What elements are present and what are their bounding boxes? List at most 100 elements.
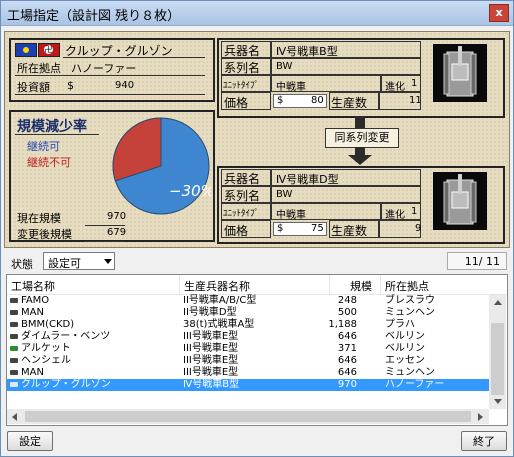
tank-icon (10, 310, 18, 315)
cell-factory: ダイムラー・ベンツ (21, 331, 111, 342)
table-row[interactable]: ダイムラー・ベンツ III号戦車E型 646 ベルリン (7, 331, 489, 343)
vertical-scrollbar[interactable] (489, 295, 506, 409)
cell-location: ブレスラウ (385, 295, 435, 306)
header-location[interactable]: 所在拠点 (385, 278, 429, 294)
header-scale[interactable]: 規模 (350, 278, 372, 294)
cell-location: ミュンヘン (385, 367, 435, 378)
continue-ok-label: 継続可 (27, 140, 60, 153)
weapon-top-series-label: 系列名 (224, 61, 261, 75)
settings-button[interactable]: 設定 (7, 431, 53, 451)
location-value: ハノーファー (71, 62, 137, 75)
cell-weapon: 38(t)式戦車A型 (183, 319, 255, 330)
scroll-left-icon[interactable] (12, 413, 17, 421)
swastika-flag-icon: 卍 (38, 43, 60, 57)
cell-scale: 248 (337, 295, 357, 306)
factory-assignment-window: 工場指定（設計図 残り８枚） x 卍 クルップ・グルゾン 所在拠点 ハノーファー… (0, 0, 514, 457)
arrow-down-icon (348, 155, 372, 165)
header-factory[interactable]: 工場名称 (11, 278, 55, 294)
weapon-top-evo: 1 (411, 78, 418, 89)
tank-icon (10, 334, 18, 339)
tank-image-top (433, 44, 487, 102)
cell-scale: 646 (337, 367, 357, 378)
table-row[interactable]: MAN II号戦車D型 500 ミュンヘン (7, 307, 489, 319)
title-bar: 工場指定（設計図 残り８枚） x (1, 1, 513, 26)
cell-factory: MAN (21, 367, 44, 378)
table-row[interactable]: アルケット III号戦車E型 371 ベルリン (7, 343, 489, 355)
weapon-top-production-label: 生産数 (331, 96, 368, 110)
weapon-bottom-unit: 中戦車 (276, 210, 306, 221)
chevron-down-icon[interactable] (104, 259, 112, 264)
continue-ng-label: 継続不可 (27, 156, 71, 169)
cell-factory: アルケット (21, 343, 71, 354)
investment-currency: $ (67, 79, 74, 92)
weapon-top-production: 11 (409, 95, 422, 106)
table-row[interactable]: BMM(CKD) 38(t)式戦車A型 1,188 プラハ (7, 319, 489, 331)
cell-weapon: Ⅳ号戦車B型 (183, 379, 240, 390)
scroll-down-icon[interactable] (494, 399, 502, 404)
page-indicator-text: 11/ 11 (464, 255, 500, 268)
weapon-bottom-name: Ⅳ号戦車D型 (276, 173, 339, 186)
current-scale-value: 970 (107, 211, 127, 222)
investment-value: 940 (115, 80, 135, 91)
table-row[interactable]: FAMO II号戦車A/B/C型 248 ブレスラウ (7, 295, 489, 307)
weapon-bottom-evo: 1 (411, 206, 418, 217)
cell-weapon: III号戦車E型 (183, 367, 239, 378)
scroll-thumb[interactable] (491, 323, 504, 395)
reduction-pie-chart: −30% (112, 117, 211, 215)
tank-icon (10, 358, 18, 363)
investment-label: 投資額 (17, 81, 50, 94)
table-row[interactable]: クルップ・グルゾン Ⅳ号戦車B型 970 ハノーファー (7, 379, 489, 391)
cell-factory: MAN (21, 307, 44, 318)
weapon-top-series: BW (276, 61, 293, 72)
cell-scale: 646 (337, 331, 357, 342)
tank-icon (10, 298, 18, 303)
flag-icon (15, 43, 37, 57)
weapon-bottom-price-label: 価格 (224, 224, 249, 238)
window-title: 工場指定（設計図 残り８枚） (7, 9, 181, 24)
location-label: 所在拠点 (17, 62, 61, 75)
horizontal-scrollbar[interactable] (7, 409, 489, 424)
scroll-up-icon[interactable] (494, 300, 502, 305)
weapon-bottom-price-currency: $ (277, 223, 284, 234)
weapon-bottom-production-label: 生産数 (331, 224, 368, 238)
cell-location: エッセン (385, 355, 425, 366)
tank-icon (10, 346, 18, 351)
cell-factory: FAMO (21, 295, 50, 306)
weapon-top-evo-label: 進化 (385, 82, 405, 93)
weapon-top-price-currency: $ (277, 95, 284, 106)
weapon-top-price: 80 (311, 95, 324, 106)
table-row[interactable]: ヘンシェル III号戦車E型 646 エッセン (7, 355, 489, 367)
cell-scale: 646 (337, 355, 357, 366)
weapon-bottom-price: 75 (311, 223, 324, 234)
scroll-right-icon[interactable] (478, 413, 483, 421)
page-indicator: 11/ 11 (447, 252, 507, 270)
scroll-h-thumb[interactable] (25, 411, 471, 422)
exit-button[interactable]: 終了 (461, 431, 507, 451)
weapon-bottom-series: BW (276, 189, 293, 200)
cell-scale: 371 (337, 343, 357, 354)
weapon-top-price-label: 価格 (224, 96, 249, 110)
after-scale-value: 679 (107, 227, 127, 238)
cell-factory: ヘンシェル (21, 355, 71, 366)
close-button[interactable]: x (489, 4, 509, 22)
weapon-bottom-unit-label: ﾕﾆｯﾄﾀｲﾌﾟ (223, 209, 260, 219)
tank-icon (10, 382, 18, 387)
cell-factory: クルップ・グルゾン (21, 379, 111, 390)
after-scale-label: 変更後規模 (17, 228, 72, 241)
cell-weapon: II号戦車D型 (183, 307, 237, 318)
table-row[interactable]: MAN III号戦車E型 646 ミュンヘン (7, 367, 489, 379)
cell-weapon: III号戦車E型 (183, 331, 239, 342)
weapon-top-unit-label: ﾕﾆｯﾄﾀｲﾌﾟ (223, 81, 260, 91)
factory-table: 工場名称 生産兵器名称 規模 所在拠点 FAMO II号戦車A/B/C型 248 ブレ… (6, 274, 508, 426)
status-dropdown-value: 設定可 (48, 257, 81, 270)
cell-scale: 970 (337, 379, 357, 390)
table-header: 工場名称 生産兵器名称 規模 所在拠点 (7, 275, 507, 295)
pie-percent-label: −30% (169, 182, 211, 200)
cell-location: ハノーファー (385, 379, 445, 390)
cell-location: ミュンヘン (385, 307, 435, 318)
status-dropdown[interactable]: 設定可 (43, 252, 115, 270)
same-series-change-button[interactable]: 同系列変更 (325, 128, 399, 148)
weapon-bottom-series-label: 系列名 (224, 189, 261, 203)
header-weapon[interactable]: 生産兵器名称 (184, 278, 250, 294)
tank-image-bottom (433, 172, 487, 230)
